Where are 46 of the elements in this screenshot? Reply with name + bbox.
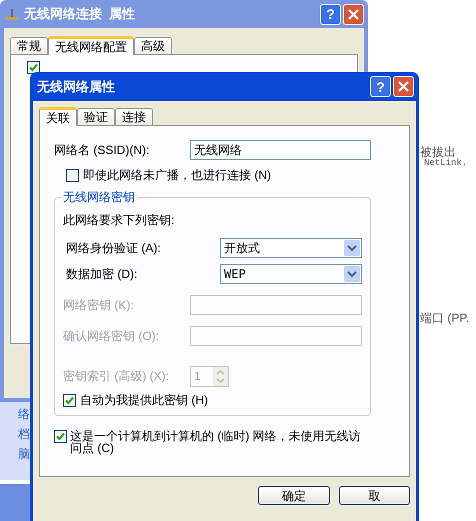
tab[interactable]: 高级 bbox=[134, 37, 172, 54]
sidebar-item[interactable]: 档 bbox=[18, 427, 30, 441]
network-icon bbox=[4, 6, 20, 22]
checkbox[interactable] bbox=[27, 61, 40, 74]
checkbox-label: 即使此网络未广播，也进行连接 (N) bbox=[83, 167, 271, 184]
tab[interactable]: 无线网络配置 bbox=[48, 36, 134, 55]
group-title: 无线网络密钥 bbox=[61, 190, 137, 204]
field-label: 数据加密 (D): bbox=[65, 266, 138, 283]
tab[interactable]: 验证 bbox=[77, 108, 115, 125]
input-field[interactable] bbox=[190, 326, 362, 346]
dialog-button[interactable]: 取 bbox=[338, 486, 410, 505]
background-text: 端口 (PP. bbox=[420, 310, 470, 327]
field-label: 确认网络密钥 (O): bbox=[63, 328, 160, 345]
close-button[interactable] bbox=[343, 4, 364, 24]
window-title: 无线网络连接 属性 bbox=[24, 5, 136, 24]
dialog-button[interactable]: 确定 bbox=[258, 486, 330, 505]
checkbox[interactable] bbox=[54, 430, 67, 443]
field-label: 网络身份验证 (A): bbox=[65, 240, 162, 257]
input-field[interactable] bbox=[190, 295, 362, 315]
background-text: NetLink. bbox=[424, 158, 468, 170]
checkbox-label: 自动为我提供此密钥 (H) bbox=[80, 392, 208, 409]
ssid-field[interactable]: 无线网络 bbox=[190, 140, 371, 160]
help-button[interactable]: ? bbox=[370, 76, 391, 97]
tab[interactable]: 常规 bbox=[10, 37, 48, 54]
checkbox-label: 这是一个计算机到计算机的 (临时) 网络，未使用无线访问点 (C) bbox=[70, 430, 362, 454]
caret-icon bbox=[344, 266, 360, 282]
close-icon bbox=[398, 81, 409, 92]
field-label: 网络名 (SSID)(N): bbox=[54, 142, 150, 159]
checkbox[interactable] bbox=[63, 394, 76, 406]
sidebar-item[interactable]: 络 bbox=[18, 407, 30, 421]
dropdown[interactable]: 开放式 bbox=[220, 238, 362, 258]
checkbox[interactable] bbox=[66, 168, 79, 182]
dropdown[interactable]: WEP bbox=[220, 264, 362, 284]
window-title: 无线网络属性 bbox=[37, 78, 115, 96]
background-text: 被拔出 bbox=[420, 144, 456, 159]
tab[interactable]: 关联 bbox=[39, 107, 77, 126]
caret-icon bbox=[344, 240, 360, 256]
sidebar-item[interactable]: 脑 bbox=[18, 447, 30, 461]
close-button[interactable] bbox=[393, 76, 414, 97]
field-label: 密钥索引 (高级) (X): bbox=[63, 368, 170, 385]
group-intro: 此网络要求下列密钥: bbox=[63, 213, 176, 227]
close-icon bbox=[348, 8, 359, 20]
spinner-arrows-icon bbox=[213, 366, 228, 386]
field-label: 网络密钥 (K): bbox=[63, 297, 135, 314]
help-button[interactable]: ? bbox=[320, 4, 341, 24]
tab[interactable]: 连接 bbox=[115, 108, 153, 125]
